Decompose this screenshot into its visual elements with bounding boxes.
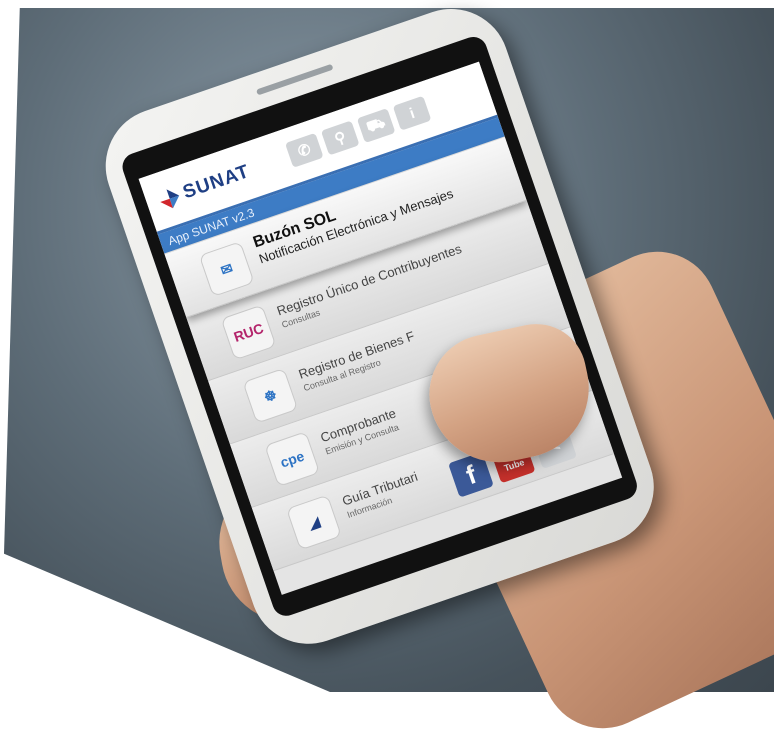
ruc-icon: RUC — [220, 304, 277, 361]
goods-registry-icon: ☸ — [242, 367, 299, 424]
car-icon[interactable]: ⛟ — [356, 108, 396, 144]
cpe-icon: cpe — [264, 431, 321, 488]
location-icon[interactable]: ⚲ — [320, 120, 360, 156]
sunat-logo-text: SUNAT — [180, 161, 253, 204]
guide-icon: ◢ — [286, 494, 342, 551]
phone-icon[interactable]: ✆ — [284, 132, 324, 168]
sunat-logo-icon — [160, 189, 180, 209]
white-border-top — [0, 0, 774, 8]
info-icon[interactable]: i — [392, 95, 432, 131]
mailbox-icon: ✉ — [198, 241, 255, 298]
